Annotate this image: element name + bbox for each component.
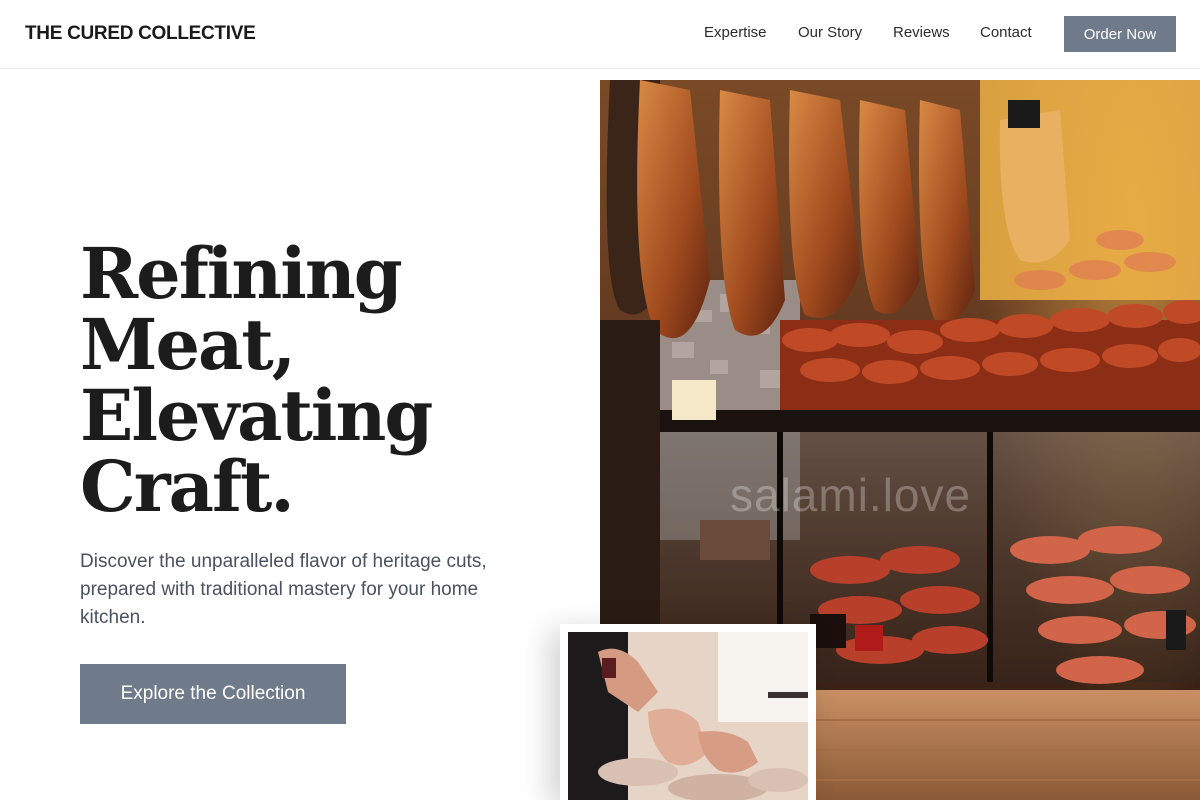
- order-now-button[interactable]: Order Now: [1064, 16, 1176, 52]
- nav-link-reviews[interactable]: Reviews: [893, 24, 950, 41]
- hero-description: Discover the unparalleled flavor of heri…: [80, 551, 487, 628]
- hero-title-line: Elevating: [80, 374, 433, 457]
- site-header: THE CURED COLLECTIVE Expertise Our Story…: [0, 0, 1200, 69]
- price-tag: [672, 380, 716, 420]
- price-tag: [1008, 100, 1040, 128]
- hero-title: Refining Meat, Elevating Craft.: [80, 238, 560, 522]
- hero-title-line: Refining: [80, 232, 403, 315]
- explore-collection-button[interactable]: Explore the Collection: [80, 664, 346, 724]
- sausage-making-photo: [568, 632, 808, 800]
- nav-link-our-story[interactable]: Our Story: [798, 24, 862, 41]
- price-tag: [1166, 610, 1186, 650]
- image-watermark: salami.love: [730, 469, 972, 521]
- hero-title-line: Craft.: [80, 445, 295, 528]
- main-nav: Expertise Our Story Reviews Contact: [0, 24, 1200, 44]
- nav-link-expertise[interactable]: Expertise: [704, 24, 767, 41]
- hero-title-line: Meat,: [80, 303, 296, 386]
- nav-link-contact[interactable]: Contact: [980, 24, 1032, 41]
- sausage-making-illustration: [568, 632, 808, 800]
- sausage-making-image: [560, 624, 816, 800]
